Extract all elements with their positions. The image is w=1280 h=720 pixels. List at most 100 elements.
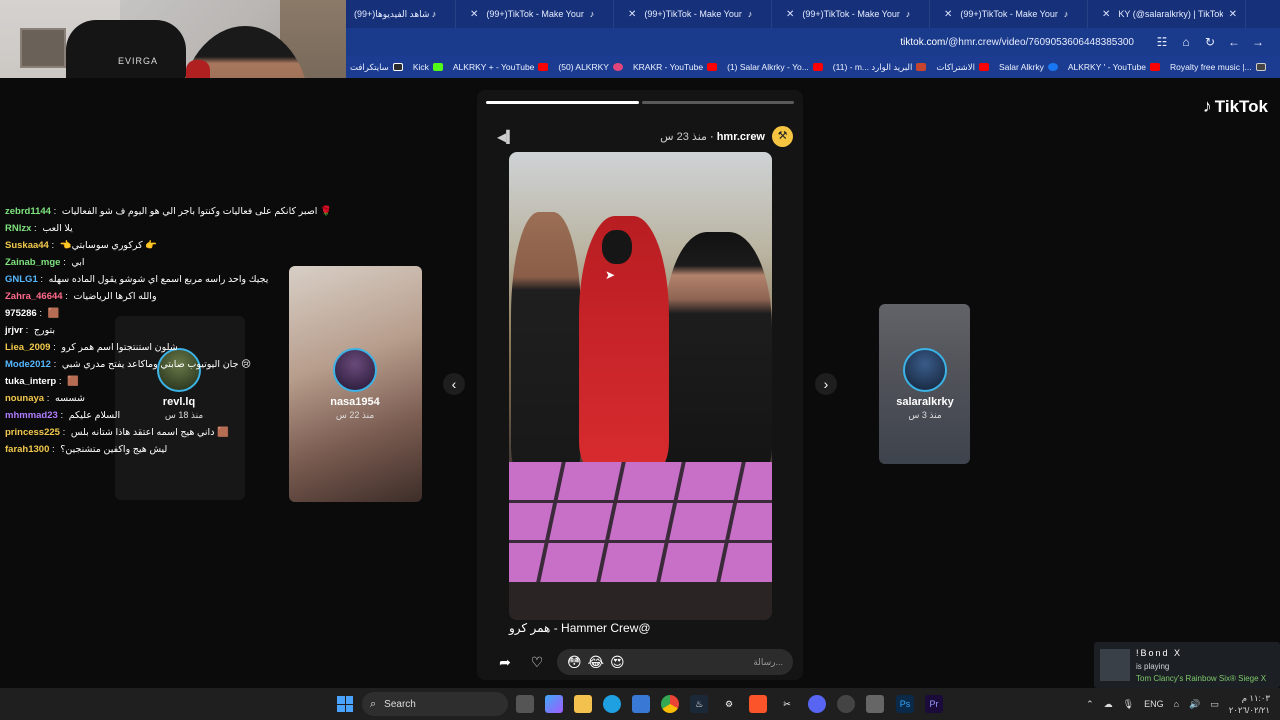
bookmark[interactable]: ALKRKY ' - YouTube xyxy=(1068,62,1161,72)
bookmark[interactable]: Royalty free music |... xyxy=(1170,62,1266,72)
tiktok-logo[interactable]: ♪ TikTok xyxy=(1203,96,1268,117)
tab[interactable]: ✕ (99+)TikTok - Make Your Day♪ xyxy=(456,0,614,28)
chat-username[interactable]: GNLG1 xyxy=(5,274,38,285)
forward-icon[interactable]: → xyxy=(1246,32,1270,52)
capcut-icon[interactable]: ✂ xyxy=(778,695,796,713)
bookmark[interactable]: Salar Alkrky xyxy=(999,62,1058,72)
emoji-button[interactable]: 😳 xyxy=(567,654,582,671)
obs-icon[interactable] xyxy=(837,695,855,713)
chat-username[interactable]: Zainab_mge xyxy=(5,257,60,268)
bookmark-label: (50) ALKRKY xyxy=(558,62,609,72)
edge-icon[interactable] xyxy=(603,695,621,713)
emoji-button[interactable]: 😍 xyxy=(610,654,625,671)
emoji-button[interactable]: 😂 xyxy=(588,654,604,671)
bookmark[interactable]: (50) ALKRKY xyxy=(558,62,623,72)
tab-title: (99+)TikTok - Make Your Day xyxy=(960,9,1061,19)
taskbar-search[interactable]: ⌕ Search xyxy=(362,692,508,716)
chat-username[interactable]: Mode2012 xyxy=(5,359,51,370)
battery-icon[interactable]: ▭ xyxy=(1210,699,1219,710)
chevron-up-icon[interactable]: ⌃ xyxy=(1086,699,1094,710)
tune-icon[interactable]: ☷ xyxy=(1150,32,1174,52)
language-indicator[interactable]: ENG xyxy=(1144,699,1164,709)
chat-message: Mode2012 : جان اليوتيوب صابتي وماكاعد يف… xyxy=(5,359,251,370)
chat-username[interactable]: Zahra_46644 xyxy=(5,291,63,302)
search-icon: ⌕ xyxy=(370,697,377,710)
share-icon[interactable]: ➦ xyxy=(493,650,517,674)
chat-text: اصبر كانكم على فعاليات وكنتوا باجر الي ه… xyxy=(61,206,332,217)
volume-icon[interactable]: 🔊 xyxy=(1189,699,1200,710)
close-icon[interactable]: ✕ xyxy=(1229,9,1237,20)
volume-icon[interactable]: ◀▍ xyxy=(497,130,515,144)
discord-icon[interactable] xyxy=(808,695,826,713)
chat-message: RNlzx : يلا العب xyxy=(5,223,73,234)
bookmark-label: KRAKR - YouTube xyxy=(632,62,704,72)
close-icon[interactable]: ✕ xyxy=(786,9,794,20)
close-icon[interactable]: ✕ xyxy=(628,9,636,20)
cloud-icon[interactable]: ☁ xyxy=(1104,699,1113,710)
back-icon[interactable]: ← xyxy=(1222,32,1246,52)
bookmark[interactable]: (1) Salar Alkrky - Yo... xyxy=(727,62,823,72)
story-username[interactable]: hmr.crew xyxy=(717,131,765,143)
tiktok-icon: ♪ xyxy=(905,9,911,19)
settings-icon[interactable]: ⚙ xyxy=(720,695,738,713)
premiere-icon[interactable]: Pr xyxy=(925,695,943,713)
brave-icon[interactable] xyxy=(749,695,767,713)
chat-username[interactable]: jrjvr xyxy=(5,325,23,336)
bookmark[interactable]: (11) - m... البريد الوارد xyxy=(833,62,927,73)
story-video[interactable]: ➤ xyxy=(509,152,772,620)
chat-username[interactable]: 975286 xyxy=(5,308,37,319)
chat-username[interactable]: princess225 xyxy=(5,427,60,438)
chat-username[interactable]: Suskaa44 xyxy=(5,240,49,251)
story-time: منذ 23 س xyxy=(660,131,707,143)
next-story-button[interactable]: › xyxy=(815,373,837,395)
chat-message: nounaya : شسسه xyxy=(5,393,85,404)
reload-icon[interactable]: ↻ xyxy=(1198,32,1222,52)
chat-username[interactable]: RNlzx xyxy=(5,223,31,234)
bookmark[interactable]: سايتكرافت xyxy=(350,62,403,73)
tab[interactable]: ✕ (99+)TikTok - Make Your Day♪ xyxy=(930,0,1088,28)
taskview-icon[interactable] xyxy=(516,695,534,713)
file-explorer-icon[interactable] xyxy=(574,695,592,713)
tab[interactable]: ✕ (99+)TikTok - Make Your Day♪ xyxy=(614,0,772,28)
story-caption: همر كرو - Hammer Crew@ xyxy=(509,621,651,635)
heart-icon[interactable]: ♡ xyxy=(525,650,549,674)
close-icon[interactable]: ✕ xyxy=(944,9,952,20)
story-avatar[interactable]: ⚒ xyxy=(772,126,793,147)
bookmark[interactable]: الاشتراكات xyxy=(936,62,989,73)
clock[interactable]: ١١:٠٣ م ٢٠٢٦/٠٢/٢١ xyxy=(1229,692,1270,716)
photoshop-icon[interactable]: Ps xyxy=(896,695,914,713)
chat-separator: : xyxy=(49,444,58,455)
url-field[interactable]: tiktok.com/@hmr.crew/video/7609053606448… xyxy=(900,37,1134,48)
tab[interactable]: (99+)تابعه - شاهد الفيديوها♪ xyxy=(346,0,456,28)
message-input[interactable]: 😳 😂 😍 رسالة... xyxy=(557,649,793,675)
chat-username[interactable]: tuka_interp xyxy=(5,376,56,387)
chat-username[interactable]: farah1300 xyxy=(5,444,49,455)
network-icon[interactable]: ⌂ xyxy=(1174,699,1179,709)
message-placeholder: رسالة... xyxy=(753,656,783,667)
copilot-icon[interactable] xyxy=(545,695,563,713)
chat-username[interactable]: mhmmad23 xyxy=(5,410,58,421)
bookmark[interactable]: KRAKR - YouTube xyxy=(632,62,718,72)
chat-username[interactable]: Liea_2009 xyxy=(5,342,50,353)
steam-icon[interactable]: ♨ xyxy=(690,695,708,713)
mic-icon[interactable]: 🎙 xyxy=(1123,699,1134,710)
chat-username[interactable]: nounaya xyxy=(5,393,44,404)
steam-notification[interactable]: !Bond X is playing Tom Clancy's Rainbow … xyxy=(1094,642,1280,688)
tab[interactable]: ✕ (99+)TikTok - Make Your Day♪ xyxy=(772,0,930,28)
app-icon[interactable] xyxy=(866,695,884,713)
bookmark[interactable]: Kick xyxy=(413,62,443,72)
bookmark[interactable]: ALKRKY + - YouTube xyxy=(453,62,549,72)
chrome-icon[interactable] xyxy=(661,695,679,713)
store-icon[interactable] xyxy=(632,695,650,713)
tab-active[interactable]: ✕ KY (@salaralkrky) | TikTok(+99) ✕ xyxy=(1088,0,1246,28)
chat-separator: : xyxy=(50,342,59,353)
chat-separator: : xyxy=(22,325,31,336)
chair-brand: EVIRGA xyxy=(118,56,159,66)
windows-start-icon[interactable] xyxy=(337,696,353,712)
chat-text: داني هيج اسمه اعتقد هاذا شتانه بلس 🟫 xyxy=(70,427,229,438)
chat-username[interactable]: zebrd1144 xyxy=(5,206,51,217)
home-icon[interactable]: ⌂ xyxy=(1174,32,1198,52)
previous-story-button[interactable]: ‹ xyxy=(443,373,465,395)
close-icon[interactable]: ✕ xyxy=(470,9,478,20)
close-icon[interactable]: ✕ xyxy=(1102,9,1110,20)
